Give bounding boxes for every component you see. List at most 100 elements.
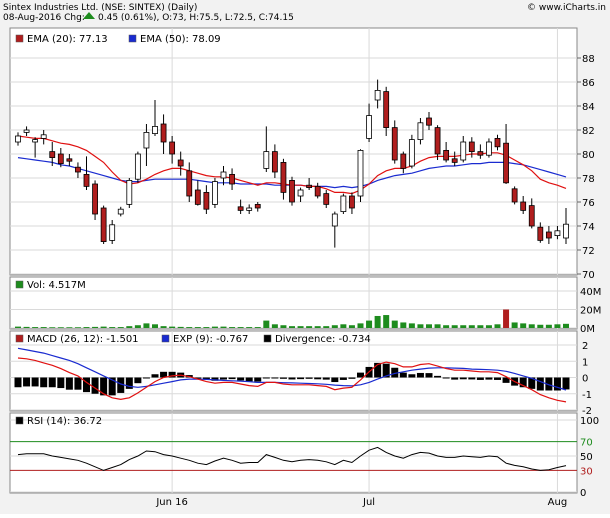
volume-bar	[434, 324, 441, 328]
volume-bar	[323, 326, 330, 328]
macd-tick-label: -1	[582, 390, 592, 401]
candle-body	[297, 189, 304, 197]
divergence-bar	[425, 373, 433, 378]
candle-body	[537, 226, 544, 241]
divergence-bar	[142, 377, 150, 379]
volume-bar	[468, 325, 475, 328]
divergence-legend-label: Divergence: -0.734	[275, 334, 371, 345]
divergence-bar	[348, 377, 356, 379]
volume-bar	[289, 326, 295, 328]
volume-bar	[152, 324, 158, 328]
divergence-bar	[416, 372, 424, 378]
volume-tick-label: 40M	[580, 287, 601, 298]
divergence-bar	[65, 377, 73, 390]
exp-legend-swatch	[161, 334, 170, 343]
candle-body	[152, 126, 158, 135]
price-tick-label: 80	[582, 150, 595, 161]
volume-bar	[528, 324, 535, 328]
candle-body	[134, 153, 141, 180]
divergence-bar	[271, 377, 279, 379]
volume-bar	[66, 327, 73, 328]
divergence-bar	[434, 375, 442, 378]
volume-bar	[15, 326, 21, 328]
volume-bar	[417, 324, 424, 328]
volume-bar	[57, 327, 64, 328]
candle-body	[169, 141, 176, 155]
divergence-bar	[48, 377, 56, 388]
price-tick-label: 72	[582, 246, 595, 257]
quote-change: 0.45 (0.61%), O:73, H:75.5, L:72.5, C:74…	[98, 13, 294, 23]
volume-bar	[23, 326, 30, 328]
price-tick-label: 82	[582, 126, 595, 137]
divergence-bar	[237, 377, 245, 381]
macd-tick-label: 1	[582, 357, 588, 368]
x-tick-label: Jul	[362, 497, 375, 508]
divergence-bar	[485, 377, 493, 380]
volume-bar	[366, 320, 373, 328]
volume-bar	[271, 324, 278, 328]
volume-bar	[357, 323, 364, 328]
candle-body	[383, 91, 390, 128]
candle-body	[229, 173, 235, 185]
divergence-legend-swatch	[263, 334, 272, 343]
rsi-legend-swatch	[15, 416, 24, 425]
volume-bar	[126, 326, 133, 328]
divergence-bar	[536, 377, 544, 391]
volume-bar	[545, 324, 552, 328]
price-tick-label: 84	[582, 102, 595, 113]
volume-legend-label: Vol: 4.517M	[27, 280, 86, 291]
divergence-bar	[262, 377, 270, 379]
volume-bar	[408, 323, 415, 328]
candle-body	[331, 213, 338, 227]
divergence-bar	[40, 377, 48, 388]
divergence-bar	[228, 377, 236, 380]
candle-body	[246, 207, 253, 211]
candle-body	[289, 179, 295, 203]
volume-bar	[477, 325, 484, 328]
volume-panel	[9, 276, 578, 330]
candle-body	[263, 151, 270, 169]
divergence-bar	[408, 374, 416, 378]
candle-body	[66, 158, 73, 162]
volume-bar	[117, 327, 124, 328]
price-tick-label: 74	[582, 222, 595, 233]
volume-bar	[203, 327, 210, 328]
chart-window: Sintex Industries Ltd. (NSE: SINTEX) (Da…	[0, 0, 610, 514]
volume-bar	[494, 324, 501, 328]
candle-body	[443, 149, 450, 161]
candle-body	[314, 185, 321, 197]
divergence-bar	[442, 377, 450, 379]
candle-body	[109, 224, 116, 241]
volume-bar	[74, 327, 81, 328]
divergence-bar	[254, 377, 262, 382]
price-tick-label: 78	[582, 174, 595, 185]
candle-body	[160, 123, 167, 143]
volume-bar	[443, 325, 450, 328]
macd-tick-label: 2	[582, 341, 588, 352]
divergence-bar	[14, 377, 22, 388]
volume-bar	[280, 325, 287, 328]
rsi-tick-label: 70	[580, 438, 593, 449]
volume-bar	[160, 326, 167, 328]
candle-body	[511, 188, 518, 203]
candle-body	[357, 149, 364, 197]
volume-bar	[254, 327, 261, 328]
candle-body	[186, 170, 193, 197]
candle-body	[75, 166, 81, 173]
volume-bar	[237, 327, 244, 328]
macd-tick-label: 0	[582, 374, 588, 385]
volume-bar	[92, 326, 99, 328]
ema50-legend-label: EMA (50): 78.09	[140, 34, 221, 45]
price-tick-label: 76	[582, 198, 595, 209]
volume-bar	[40, 327, 47, 328]
candle-body	[57, 153, 64, 164]
divergence-bar	[23, 377, 31, 387]
volume-bar	[348, 325, 355, 328]
divergence-bar	[279, 377, 287, 379]
volume-bar	[563, 323, 569, 328]
volume-bar	[520, 323, 527, 328]
candle-body	[451, 158, 458, 163]
volume-bar	[451, 325, 458, 328]
candle-body	[520, 201, 527, 211]
volume-bar	[109, 327, 116, 328]
